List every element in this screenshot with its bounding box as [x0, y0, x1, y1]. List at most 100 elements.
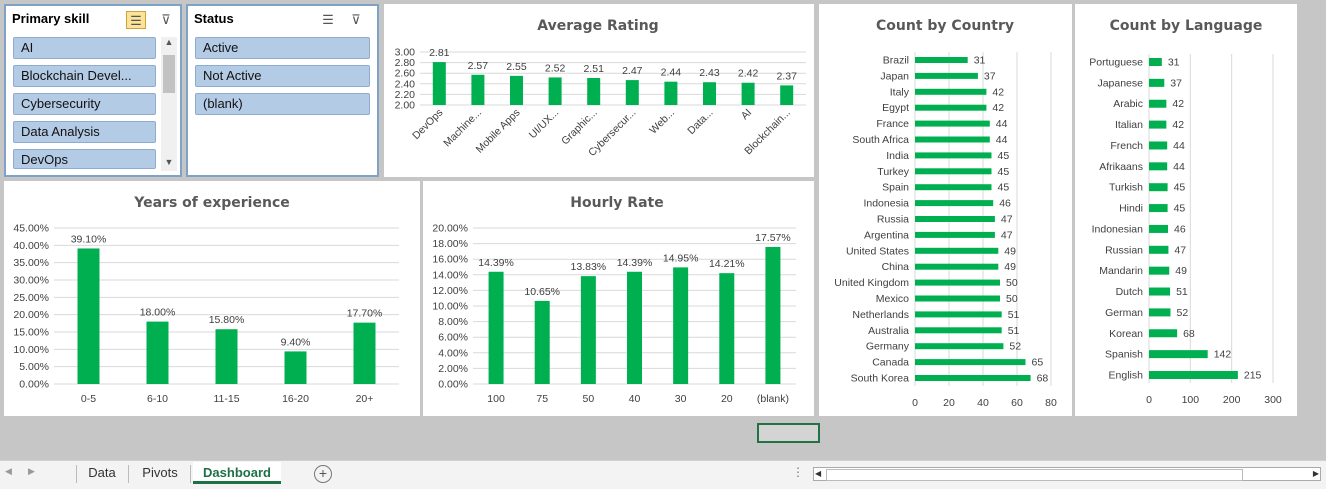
bar[interactable] [1149, 120, 1167, 129]
slicer-item-blank[interactable]: (blank) [195, 93, 370, 115]
bar[interactable] [432, 62, 446, 105]
slicer-item-cybersecurity[interactable]: Cybersecurity [13, 93, 156, 115]
bar[interactable] [780, 85, 794, 105]
bar[interactable] [353, 322, 376, 384]
bar[interactable] [1149, 287, 1171, 296]
horizontal-scrollbar[interactable]: ◀ ▶ [813, 467, 1321, 481]
bar[interactable] [915, 57, 968, 63]
bar[interactable] [915, 311, 1002, 318]
more-options-icon[interactable]: ⋮ [792, 465, 804, 479]
scroll-up-icon[interactable]: ▲ [161, 37, 177, 51]
slicer-item-ai[interactable]: AI [13, 37, 156, 59]
bar[interactable] [1149, 245, 1169, 254]
bar[interactable] [1149, 99, 1167, 108]
scroll-right-icon[interactable]: ▶ [1313, 468, 1319, 480]
bar[interactable] [664, 81, 678, 105]
y-tick-label: Argentina [864, 229, 909, 241]
bar[interactable] [765, 246, 781, 384]
multi-select-icon[interactable]: ☰ [318, 11, 338, 29]
bar[interactable] [1149, 78, 1165, 87]
bar[interactable] [915, 343, 1004, 350]
bar[interactable] [1149, 371, 1238, 379]
scroll-left-icon[interactable]: ◀ [815, 468, 821, 480]
add-sheet-icon[interactable]: + [314, 465, 332, 483]
bar[interactable] [915, 263, 999, 270]
bar[interactable] [625, 80, 639, 105]
slicer-item-active[interactable]: Active [195, 37, 370, 59]
bar[interactable] [915, 359, 1026, 366]
average-rating-chart-panel[interactable]: Average Rating 3.00 2.80 2.60 2.40 2.20 2.00 2… [384, 4, 814, 177]
bar[interactable] [1149, 266, 1170, 275]
country-chart-panel[interactable]: Count by Country 0 20 40 60 80 31 Brazil 37 Japa… [819, 4, 1072, 416]
scroll-thumb[interactable] [163, 55, 175, 93]
data-label: 50 [1006, 277, 1018, 289]
bar[interactable] [627, 271, 642, 384]
bar[interactable] [1149, 224, 1169, 233]
bar[interactable] [915, 247, 999, 254]
clear-filter-icon[interactable]: ⊽ [156, 11, 176, 29]
bar[interactable] [1149, 329, 1178, 338]
bar[interactable] [534, 300, 550, 384]
bar[interactable] [580, 276, 596, 384]
experience-chart-panel[interactable]: Years of experience 45.00% 40.00% 35.00% 30… [4, 181, 420, 416]
bar[interactable] [915, 295, 1000, 302]
y-tick-label: Hindi [1119, 203, 1143, 215]
hourly-rate-chart-panel[interactable]: Hourly Rate 20.00% 18.00% 16.00% 14.00% 12.0… [423, 181, 814, 416]
bar[interactable] [77, 248, 100, 384]
tab-pivots[interactable]: Pivots [132, 462, 188, 484]
experience-chart: Years of experience 45.00% 40.00% 35.00% 30… [13, 195, 399, 405]
bar[interactable] [915, 184, 992, 191]
bar[interactable] [915, 104, 987, 111]
x-tick-label: 11-15 [213, 393, 239, 405]
bar[interactable] [915, 152, 992, 159]
bar[interactable] [915, 279, 1000, 286]
tab-dashboard[interactable]: Dashboard [193, 462, 281, 484]
next-sheet-icon[interactable]: ▶ [28, 466, 35, 477]
bar[interactable] [915, 375, 1031, 381]
bar[interactable] [215, 329, 238, 384]
slicer-item-blockchain[interactable]: Blockchain Devel... [13, 65, 156, 87]
bar[interactable] [915, 136, 990, 143]
bar[interactable] [915, 200, 994, 207]
slicer-item-not-active[interactable]: Not Active [195, 65, 370, 87]
bar[interactable] [915, 72, 978, 79]
bar[interactable] [915, 88, 987, 95]
bar[interactable] [1149, 204, 1168, 213]
bar[interactable] [915, 216, 995, 222]
multi-select-icon[interactable]: ☰ [126, 11, 146, 29]
bar[interactable] [488, 271, 504, 384]
bar[interactable] [719, 273, 735, 384]
x-tick-label: Graphic... [559, 107, 600, 148]
bar[interactable] [1149, 162, 1168, 171]
bar[interactable] [673, 267, 689, 384]
selected-cell[interactable] [757, 423, 820, 443]
bar[interactable] [1149, 58, 1162, 66]
scroll-down-icon[interactable]: ▼ [161, 157, 177, 171]
slicer-scrollbar[interactable]: ▲ ▼ [161, 37, 177, 171]
x-tick-label: 60 [1011, 397, 1023, 409]
bar[interactable] [915, 168, 992, 175]
bar[interactable] [1149, 183, 1168, 192]
bar[interactable] [703, 82, 716, 105]
bar[interactable] [1149, 141, 1168, 150]
bar[interactable] [915, 120, 990, 127]
bar[interactable] [146, 321, 169, 384]
bar[interactable] [284, 351, 307, 384]
tab-data[interactable]: Data [80, 462, 124, 484]
bar[interactable] [548, 77, 562, 105]
clear-filter-icon[interactable]: ⊽ [346, 11, 366, 29]
bar[interactable] [1149, 308, 1171, 317]
prev-sheet-icon[interactable]: ◀ [5, 466, 12, 477]
bar[interactable] [587, 77, 601, 105]
bar[interactable] [915, 231, 995, 238]
bar[interactable] [1149, 350, 1208, 359]
slicer-item-devops[interactable]: DevOps [13, 149, 156, 169]
language-chart-panel[interactable]: Count by Language 0 100 200 300 31 Portuguese… [1075, 4, 1297, 416]
data-label: 39.10% [71, 233, 107, 245]
bar[interactable] [471, 74, 485, 105]
bar[interactable] [741, 82, 755, 105]
bar[interactable] [510, 75, 523, 105]
slicer-item-data-analysis[interactable]: Data Analysis [13, 121, 156, 143]
scroll-thumb[interactable] [826, 469, 1243, 481]
bar[interactable] [915, 327, 1002, 334]
